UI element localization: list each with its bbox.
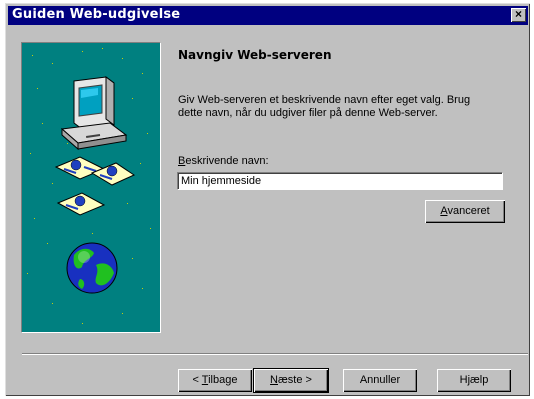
separator <box>22 353 528 355</box>
description-line: dette navn, når du udgiver filer på denn… <box>178 107 438 119</box>
wizard-illustration <box>21 42 161 333</box>
back-button[interactable]: < Tilbage <box>178 369 252 392</box>
cancel-button[interactable]: Annuller <box>343 369 417 392</box>
server-name-input[interactable]: Min hjemmeside <box>177 172 503 190</box>
name-field-label: Beskrivende navn: <box>178 155 269 167</box>
title-bar[interactable]: Guiden Web-udgivelse × <box>8 6 528 25</box>
close-icon: × <box>514 7 522 21</box>
advanced-button[interactable]: Avanceret <box>425 200 505 223</box>
page-description: Giv Web-serveren et beskrivende navn eft… <box>178 94 518 120</box>
globe-icon <box>66 242 118 294</box>
page-title: Navngiv Web-serveren <box>178 48 332 62</box>
wizard-dialog: Guiden Web-udgivelse × Navngiv Web-serve… <box>5 3 530 396</box>
help-button[interactable]: Hjælp <box>437 369 511 392</box>
next-button[interactable]: Næste > <box>254 369 328 392</box>
close-button[interactable]: × <box>511 8 526 22</box>
description-line: Giv Web-serveren et beskrivende navn eft… <box>178 94 471 106</box>
window-title: Guiden Web-udgivelse <box>12 7 181 22</box>
